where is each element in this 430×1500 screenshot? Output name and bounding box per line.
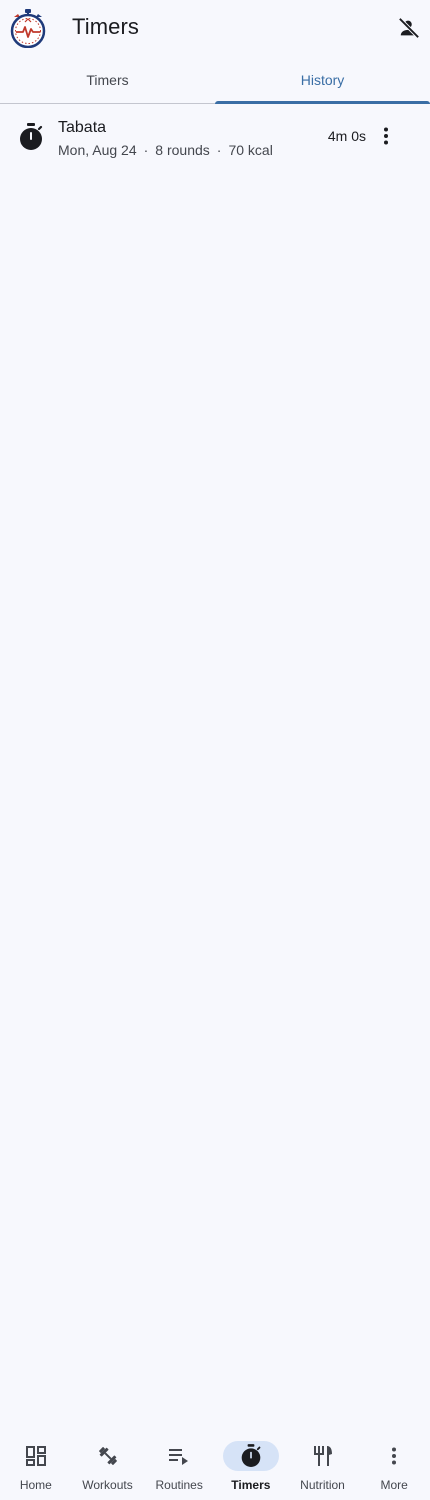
- tab-history[interactable]: History: [215, 56, 430, 104]
- nav-home[interactable]: Home: [0, 1434, 72, 1500]
- timer-icon: [240, 1444, 262, 1468]
- separator-dot: ·: [143, 142, 149, 158]
- tab-label: Timers: [86, 71, 129, 88]
- nav-indicator: [222, 1441, 279, 1471]
- nav-indicator: [295, 1441, 351, 1471]
- nav-label: Timers: [231, 1478, 271, 1492]
- nav-timers[interactable]: Timers: [215, 1434, 287, 1500]
- tab-timers[interactable]: Timers: [0, 56, 215, 103]
- nav-label: Routines: [155, 1478, 203, 1492]
- app-logo-icon: [9, 8, 47, 48]
- more-vert-icon: [391, 1447, 397, 1465]
- nav-label: More: [380, 1478, 408, 1492]
- separator-dot: ·: [216, 142, 222, 158]
- dashboard-icon: [25, 1446, 46, 1466]
- nav-indicator: [151, 1441, 207, 1471]
- dumbbell-icon: [97, 1445, 119, 1467]
- item-overflow-menu-button[interactable]: [374, 124, 398, 148]
- more-vert-icon: [383, 127, 389, 145]
- restaurant-icon: [313, 1445, 333, 1467]
- timer-details: Mon, Aug 24 · 8 rounds · 70 kcal: [58, 142, 273, 158]
- timer-date: Mon, Aug 24: [58, 142, 137, 158]
- nav-routines[interactable]: Routines: [143, 1434, 215, 1500]
- timer-icon: [18, 123, 44, 151]
- timer-duration: 4m 0s: [327, 128, 366, 144]
- timer-calories: 70 kcal: [228, 142, 273, 158]
- nav-label: Workouts: [82, 1478, 133, 1492]
- nav-more[interactable]: More: [358, 1434, 430, 1500]
- app-bar: Timers: [0, 0, 430, 56]
- nav-indicator: [366, 1441, 422, 1471]
- app-root: Timers Timers History Tabata Mon, Aug 24…: [0, 0, 430, 1500]
- account-off-button[interactable]: [393, 12, 425, 44]
- nav-label: Home: [19, 1478, 52, 1492]
- timer-name: Tabata: [58, 119, 107, 136]
- timer-rounds: 8 rounds: [155, 142, 210, 158]
- nav-indicator: [80, 1441, 136, 1471]
- bottom-navigation: Home Workouts Routines Timers Nutrition …: [0, 1434, 430, 1500]
- history-list-item[interactable]: Tabata Mon, Aug 24 · 8 rounds · 70 kcal 4m 0…: [0, 104, 430, 168]
- nav-indicator: [8, 1441, 64, 1471]
- person-off-icon: [398, 17, 420, 39]
- tab-label: History: [300, 71, 345, 88]
- nav-workouts[interactable]: Workouts: [72, 1434, 144, 1500]
- tab-bar: Timers History: [0, 56, 430, 104]
- nav-label: Nutrition: [300, 1478, 345, 1492]
- page-title: Timers: [72, 14, 139, 39]
- playlist-play-icon: [168, 1446, 190, 1466]
- nav-nutrition[interactable]: Nutrition: [287, 1434, 359, 1500]
